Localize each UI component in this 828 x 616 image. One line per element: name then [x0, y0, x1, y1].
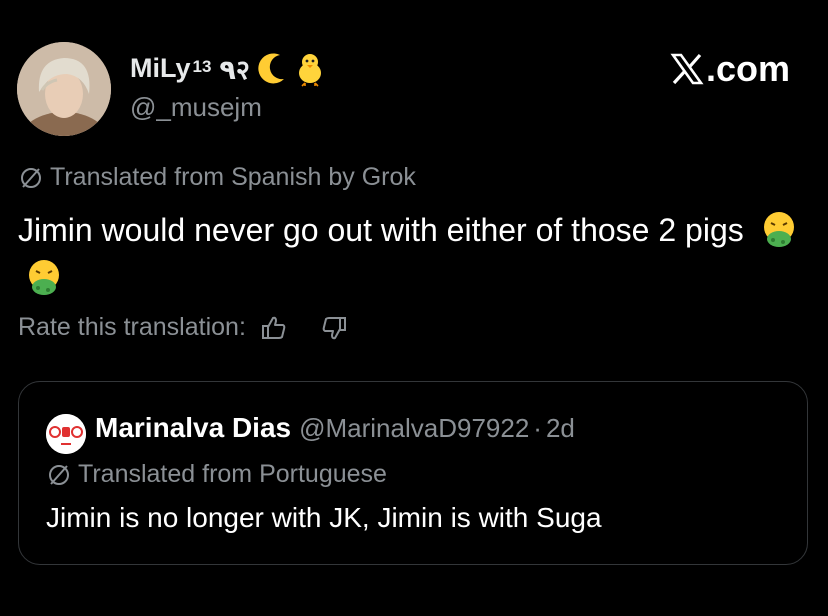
- x-logo-icon: [670, 53, 704, 85]
- quoted-tweet-card[interactable]: Marinalva Dias @MarinalvaD97922 · 2d Tra…: [18, 381, 808, 565]
- avatar-photo: [17, 42, 111, 136]
- translate-icon: [21, 167, 41, 188]
- brand-logo: .com: [670, 48, 790, 90]
- quoted-timestamp[interactable]: 2d: [546, 413, 575, 444]
- author-avatar[interactable]: [17, 42, 111, 136]
- quoted-tweet-header: Marinalva Dias @MarinalvaD97922 · 2d: [95, 412, 575, 444]
- thumbs-up-icon[interactable]: [260, 314, 288, 342]
- quoted-author-name[interactable]: Marinalva Dias: [95, 412, 291, 444]
- translate-icon: [49, 464, 69, 485]
- rate-translation-row: Rate this translation:: [18, 313, 348, 342]
- quoted-separator: ·: [533, 413, 542, 443]
- quoted-author-avatar[interactable]: [46, 414, 86, 454]
- quoted-tweet-text: Jimin is no longer with JK, Jimin is wit…: [46, 502, 602, 533]
- baby-chick-emoji: [298, 53, 321, 87]
- brand-text: .com: [705, 48, 790, 89]
- translation-label-text: Translated from Spanish by Grok: [50, 163, 416, 191]
- thumbs-down-icon[interactable]: [320, 314, 348, 342]
- author-handle[interactable]: @_musejm: [130, 92, 262, 123]
- crescent-moon-emoji: [258, 52, 284, 83]
- vomiting-face-emoji: [29, 260, 59, 295]
- tweet-text: Jimin would never go out with either of …: [18, 206, 808, 302]
- quoted-translation-label: Translated from Portuguese: [46, 460, 387, 489]
- rate-translation-label: Rate this translation:: [18, 313, 246, 341]
- vomiting-face-emoji: [763, 212, 794, 247]
- quoted-author-handle[interactable]: @MarinalvaD97922: [299, 413, 529, 444]
- translation-label: Translated from Spanish by Grok: [18, 163, 416, 192]
- avatar-logo: [46, 414, 86, 454]
- quoted-translation-label-text: Translated from Portuguese: [78, 460, 387, 488]
- display-name-suffix: ٩२: [219, 55, 250, 85]
- display-name-text: MiLy: [130, 53, 191, 83]
- author-display-name[interactable]: MiLy 13 ٩२: [130, 50, 326, 87]
- display-name-superscript: 13: [192, 56, 212, 76]
- tweet-text-content: Jimin would never go out with either of …: [18, 212, 744, 248]
